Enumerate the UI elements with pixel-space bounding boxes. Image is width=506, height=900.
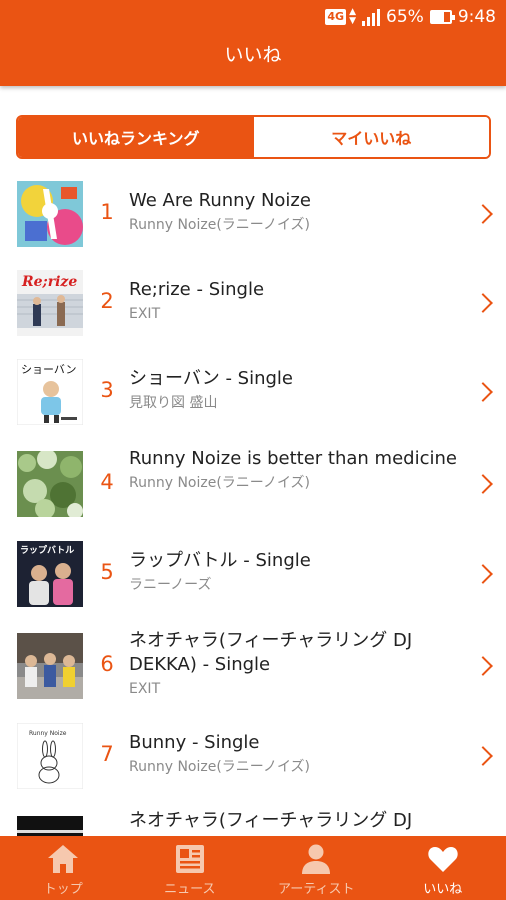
album-art-label: ラップバトル bbox=[20, 544, 74, 556]
album-art bbox=[17, 181, 83, 247]
tab-my-likes[interactable]: マイいいね bbox=[253, 117, 489, 157]
status-bar: 4G ▲ ▼ 65% 9:48 bbox=[0, 0, 506, 36]
track-title: Bunny - Single bbox=[129, 732, 260, 753]
artist-name: EXIT bbox=[129, 306, 161, 322]
news-icon bbox=[170, 840, 210, 878]
artist-name: EXIT bbox=[129, 681, 161, 697]
list-item[interactable]: Re;rize 2 Re;rize - Single EXIT bbox=[0, 267, 506, 337]
rank-number: 3 bbox=[100, 378, 114, 402]
album-art: ショーバン bbox=[17, 359, 83, 425]
home-icon bbox=[43, 840, 83, 878]
list-item[interactable]: ラップバトル 5 ラップバトル - Single ラニーノーズ bbox=[0, 538, 506, 608]
track-title: ショーバン - Single bbox=[129, 368, 293, 389]
album-art-label: Runny Noize bbox=[29, 730, 67, 737]
album-art-label: Re;rize bbox=[21, 274, 77, 290]
rank-number: 5 bbox=[100, 560, 114, 584]
album-art bbox=[17, 451, 83, 517]
page-title: いいね bbox=[224, 44, 282, 66]
tab-bar: いいねランキング マイいいね bbox=[16, 115, 491, 159]
clock: 9:48 bbox=[457, 7, 496, 27]
rank-number: 7 bbox=[100, 742, 114, 766]
track-title: Re;rize - Single bbox=[129, 279, 265, 300]
artist-name: Runny Noize(ラニーノイズ) bbox=[129, 475, 311, 491]
list-item[interactable]: 1 We Are Runny Noize Runny Noize(ラニーノイズ) bbox=[0, 178, 506, 248]
artist-name: Runny Noize(ラニーノイズ) bbox=[129, 217, 311, 233]
list-item[interactable]: ショーバン 3 ショーバン - Single 見取り図 盛山 bbox=[0, 356, 506, 426]
nav-news-label: ニュース bbox=[164, 882, 216, 897]
rank-number: 1 bbox=[100, 200, 114, 224]
bottom-nav: トップ ニュース アーティスト いいね bbox=[0, 836, 506, 900]
data-activity-icon: ▲ ▼ bbox=[349, 7, 357, 26]
battery-percent: 65% bbox=[386, 7, 424, 27]
chevron-right-icon bbox=[473, 746, 493, 766]
heart-icon bbox=[423, 840, 463, 878]
track-title: ネオチャラ(フィーチャラリング DJ DEKKA) - Single bbox=[129, 630, 413, 675]
tab-likes-ranking[interactable]: いいねランキング bbox=[18, 117, 254, 157]
album-art: ラップバトル bbox=[17, 541, 83, 607]
rank-number: 2 bbox=[100, 289, 114, 313]
list-item[interactable]: 4 Runny Noize is better than medicine Ru… bbox=[0, 446, 506, 534]
app-screen: 4G ▲ ▼ 65% 9:48 いいね いいねランキング マイいいね 1 We … bbox=[0, 0, 506, 900]
signal-icon bbox=[362, 8, 381, 26]
app-header: 4G ▲ ▼ 65% 9:48 いいね bbox=[0, 0, 506, 86]
chevron-right-icon bbox=[473, 382, 493, 402]
chevron-right-icon bbox=[473, 564, 493, 584]
rank-number: 4 bbox=[100, 470, 114, 494]
nav-likes-label: いいね bbox=[423, 882, 463, 897]
chevron-right-icon bbox=[473, 204, 493, 224]
list-item[interactable]: Runny Noize 7 Bunny - Single Runny Noize… bbox=[0, 720, 506, 790]
nav-artist[interactable]: アーティスト bbox=[253, 836, 380, 900]
album-art-label: ショーバン bbox=[21, 363, 76, 376]
album-art: Runny Noize bbox=[17, 723, 83, 789]
artist-name: Runny Noize(ラニーノイズ) bbox=[129, 759, 311, 775]
track-title: We Are Runny Noize bbox=[129, 190, 311, 211]
nav-top-label: トップ bbox=[43, 882, 83, 897]
album-art bbox=[17, 633, 83, 699]
nav-news[interactable]: ニュース bbox=[127, 836, 254, 900]
nav-artist-label: アーティスト bbox=[278, 882, 355, 897]
chevron-right-icon bbox=[473, 474, 493, 494]
rank-number: 6 bbox=[100, 652, 114, 676]
track-title: ネオチャラ(フィーチャラリング DJ bbox=[129, 810, 413, 831]
track-title: Runny Noize is better than medicine bbox=[129, 448, 457, 469]
chevron-right-icon bbox=[473, 293, 493, 313]
artist-name: ラニーノーズ bbox=[129, 577, 212, 593]
nav-likes[interactable]: いいね bbox=[380, 836, 506, 900]
album-art: Re;rize bbox=[17, 270, 83, 336]
battery-icon bbox=[429, 10, 455, 24]
track-title: ラップバトル - Single bbox=[129, 550, 311, 571]
chevron-right-icon bbox=[473, 656, 493, 676]
list-item[interactable]: 6 ネオチャラ(フィーチャラリング DJ DEKKA) - Single EXI… bbox=[0, 628, 506, 716]
artist-name: 見取り図 盛山 bbox=[129, 395, 218, 411]
network-type-badge: 4G bbox=[325, 9, 347, 25]
nav-top[interactable]: トップ bbox=[0, 836, 127, 900]
person-icon bbox=[296, 840, 336, 878]
